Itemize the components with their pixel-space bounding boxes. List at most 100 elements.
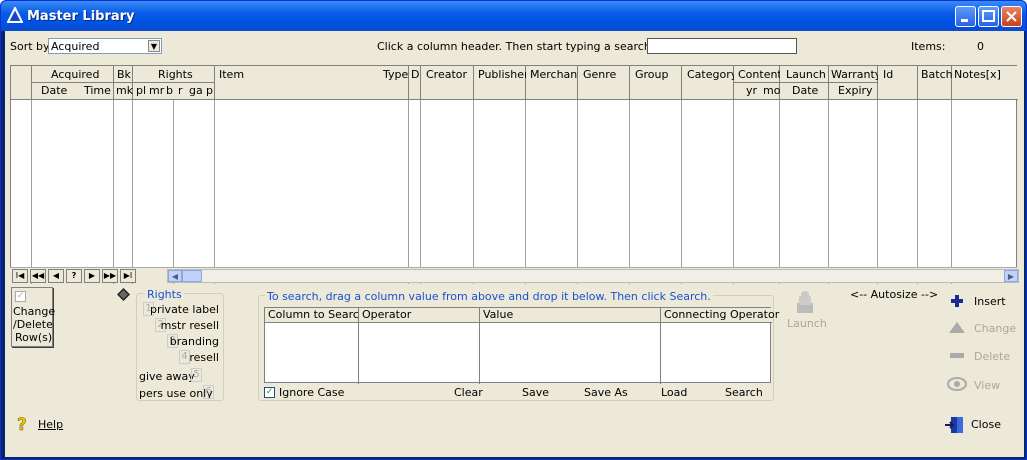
header-launch-date[interactable]: Date: [792, 84, 818, 97]
autosize-button[interactable]: <-- Autosize -->: [850, 288, 938, 301]
header-mo[interactable]: mo: [763, 84, 780, 97]
column-search-input[interactable]: [647, 38, 797, 54]
scroll-thumb[interactable]: [182, 270, 202, 282]
header-creator[interactable]: Creator: [421, 66, 474, 100]
header-time[interactable]: Time: [84, 84, 111, 97]
header-mr[interactable]: mr: [149, 84, 164, 97]
launch-icon[interactable]: [794, 289, 816, 315]
search-hint: Click a column header. Then start typing…: [377, 40, 686, 53]
help-button[interactable]: Help: [38, 418, 63, 431]
header-divider: [133, 82, 215, 83]
search-criteria-table[interactable]: Column to Search Operator Value Connecti…: [264, 307, 779, 384]
save-as-button[interactable]: Save As: [584, 386, 628, 399]
header-d-label: D: [411, 68, 420, 81]
scroll-left-icon[interactable]: ◀: [168, 270, 182, 282]
previous-record-button[interactable]: ◀: [48, 269, 64, 283]
change-button[interactable]: Change: [974, 322, 1016, 335]
header-b[interactable]: b: [166, 84, 173, 97]
header-rights[interactable]: Rights pl mr b r ga p: [133, 66, 215, 100]
search-header-operator: Operator: [359, 308, 480, 323]
rights-item: 6: [203, 384, 214, 399]
grid-navigation-bar: I◀ ◀◀ ◀ ? ▶ ▶▶ ▶I ◀ ▶: [10, 267, 1019, 283]
header-content[interactable]: Content yr mo: [734, 66, 782, 100]
maximize-button[interactable]: [978, 6, 999, 27]
search-panel: To search, drag a column value from abov…: [258, 290, 779, 401]
header-batch[interactable]: Batch: [918, 66, 953, 100]
clear-button[interactable]: Clear: [454, 386, 483, 399]
header-mk[interactable]: mk: [116, 84, 133, 97]
horizontal-scrollbar[interactable]: ◀ ▶: [167, 269, 1019, 283]
ignore-case-label[interactable]: Ignore Case: [279, 386, 344, 399]
header-group[interactable]: Group: [630, 66, 682, 100]
header-corner: [11, 66, 32, 100]
minimize-icon: [961, 19, 968, 22]
diamond-icon[interactable]: [117, 288, 130, 301]
delete-button[interactable]: Delete: [974, 350, 1010, 363]
header-ga[interactable]: ga: [189, 84, 203, 97]
minimize-button[interactable]: [955, 6, 976, 27]
grid-help-button[interactable]: ?: [66, 269, 82, 283]
header-merchant[interactable]: Merchant: [526, 66, 582, 100]
search-instruction: To search, drag a column value from abov…: [265, 290, 713, 303]
load-button[interactable]: Load: [661, 386, 687, 399]
header-item-label: Item: [219, 68, 245, 81]
header-date[interactable]: Date: [41, 84, 67, 97]
header-id-label: Id: [883, 68, 894, 81]
header-id[interactable]: Id: [878, 66, 918, 100]
header-launch[interactable]: Launch Date: [780, 66, 829, 100]
sort-select[interactable]: Acquired ▼: [48, 38, 162, 54]
save-button[interactable]: Save: [522, 386, 549, 399]
rights-item-label: branding: [169, 335, 219, 348]
previous-page-button[interactable]: ◀◀: [30, 269, 46, 283]
next-record-button[interactable]: ▶: [84, 269, 100, 283]
insert-button[interactable]: Insert: [974, 295, 1006, 308]
header-yr[interactable]: yr: [746, 84, 757, 97]
eye-icon: [947, 377, 967, 391]
header-merchant-label: Merchant: [530, 68, 582, 81]
close-button[interactable]: Close: [971, 418, 1001, 431]
client-area: Sort by: Acquired ▼ Click a column header…: [5, 31, 1024, 457]
header-publisher[interactable]: Publisher: [474, 66, 529, 100]
title-bar[interactable]: Master Library: [1, 1, 1026, 31]
checkbox-icon: ✓: [15, 291, 26, 302]
first-record-button[interactable]: I◀: [12, 269, 28, 283]
last-record-button[interactable]: ▶I: [120, 269, 136, 283]
rights-item-number: 6: [203, 385, 214, 399]
sort-label: Sort by:: [10, 40, 53, 53]
chevron-down-icon[interactable]: ▼: [148, 40, 160, 52]
rights-item-label: private label: [150, 303, 219, 316]
items-count: 0: [977, 40, 984, 53]
plus-icon: [951, 295, 963, 307]
header-category[interactable]: Category: [682, 66, 738, 100]
search-button[interactable]: Search: [725, 386, 763, 399]
header-category-label: Category: [687, 68, 738, 81]
header-genre[interactable]: Genre: [578, 66, 630, 100]
search-header-column: Column to Search: [265, 308, 366, 323]
header-d[interactable]: D: [409, 66, 421, 100]
minus-icon: [950, 353, 964, 358]
view-button[interactable]: View: [974, 379, 1000, 392]
header-warranty[interactable]: Warranty Expiry: [829, 66, 881, 100]
launch-button-label[interactable]: Launch: [787, 317, 827, 330]
header-pl[interactable]: pl: [136, 84, 146, 97]
header-acquired[interactable]: Acquired Date Time: [32, 66, 114, 100]
header-notes[interactable]: Notes[x]: [952, 66, 1018, 100]
header-expiry[interactable]: Expiry: [838, 84, 873, 97]
close-window-button[interactable]: [1001, 6, 1022, 27]
header-r[interactable]: r: [178, 84, 183, 97]
ignore-case-checkbox[interactable]: ✓: [264, 387, 275, 398]
header-bk[interactable]: Bk mk: [114, 66, 133, 100]
next-page-button[interactable]: ▶▶: [102, 269, 118, 283]
scroll-right-icon[interactable]: ▶: [1004, 270, 1018, 282]
close-icon: [1006, 11, 1017, 22]
header-publisher-label: Publisher: [478, 68, 529, 81]
library-grid[interactable]: Acquired Date Time Bk mk Rights pl mr b …: [10, 65, 1018, 284]
header-divider: [32, 82, 114, 83]
rights-item-number: 5: [191, 368, 202, 382]
header-item[interactable]: Item Type: [215, 66, 409, 100]
header-p[interactable]: p: [206, 84, 213, 97]
svg-text:?: ?: [17, 415, 27, 433]
maximize-icon: [982, 10, 995, 22]
change-delete-rows-button[interactable]: ✓ Change /Delete Row(s): [11, 287, 55, 347]
header-type[interactable]: Type: [383, 68, 408, 81]
